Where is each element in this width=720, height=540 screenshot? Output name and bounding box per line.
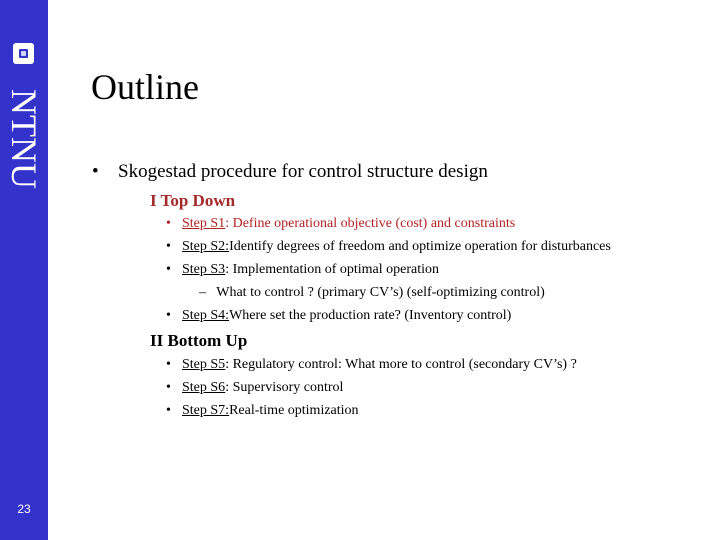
bullet-icon: • — [166, 308, 171, 323]
bullet-icon: • — [166, 262, 171, 277]
bullet-icon: • — [166, 216, 171, 231]
bullet-icon: • — [166, 239, 171, 254]
bullet-icon: • — [166, 403, 171, 418]
sub-item: – What to control ? (primary CV’s) (self… — [199, 285, 545, 301]
step-label-link[interactable]: Step S6 — [182, 380, 225, 396]
step-item: • Step S1 : Define operational objective… — [166, 216, 515, 232]
step-label-link[interactable]: Step S7: — [182, 403, 229, 419]
bullet-icon: • — [92, 161, 99, 182]
step-item: • Step S5 : Regulatory control: What mor… — [166, 357, 577, 373]
step-label-link[interactable]: Step S4: — [182, 308, 229, 324]
step-text: Real-time optimization — [229, 403, 359, 418]
slide-title: Outline — [91, 67, 199, 107]
logo-text: NTNU — [4, 89, 44, 189]
dash-icon: – — [199, 285, 206, 300]
step-text: : Implementation of optimal operation — [225, 262, 440, 277]
step-item: • Step S6 : Supervisory control — [166, 380, 343, 396]
step-item: • Step S2: Identify degrees of freedom a… — [166, 239, 611, 255]
step-text: : Regulatory control: What more to contr… — [225, 357, 577, 372]
step-item: • Step S3 : Implementation of optimal op… — [166, 262, 439, 278]
page-number: 23 — [17, 502, 31, 516]
main-bullet: • Skogestad procedure for control struct… — [92, 161, 488, 183]
step-item: • Step S4: Where set the production rate… — [166, 308, 511, 324]
sub-item-text: What to control ? (primary CV’s) (self-o… — [216, 285, 545, 300]
step-text: Where set the production rate? (Inventor… — [229, 308, 512, 323]
bullet-icon: • — [166, 357, 171, 372]
main-bullet-text: Skogestad procedure for control structur… — [118, 161, 488, 182]
step-text: Identify degrees of freedom and optimize… — [229, 239, 611, 254]
sidebar: NTNU 23 — [0, 0, 48, 540]
step-text: : Define operational objective (cost) an… — [225, 216, 516, 231]
bullet-icon: • — [166, 380, 171, 395]
step-item: • Step S7: Real-time optimization — [166, 403, 359, 419]
step-text: : Supervisory control — [225, 380, 344, 395]
step-label-link[interactable]: Step S3 — [182, 262, 225, 278]
section-heading-bottom-up: II Bottom Up — [150, 331, 248, 350]
step-label-link[interactable]: Step S5 — [182, 357, 225, 373]
step-label-link[interactable]: Step S1 — [182, 216, 225, 232]
section-heading-top-down: I Top Down — [150, 191, 236, 210]
logo-square-icon — [13, 43, 34, 64]
step-label-link[interactable]: Step S2: — [182, 239, 229, 255]
